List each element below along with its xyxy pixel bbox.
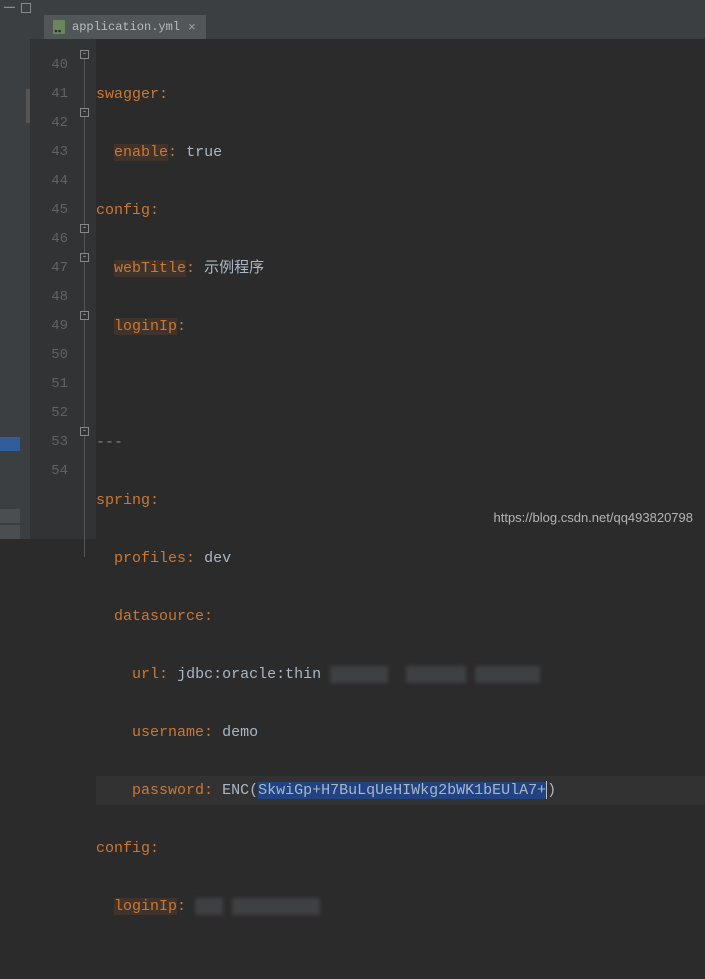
window-controls: — (0, 0, 705, 15)
tab-filename: application.yml (72, 20, 180, 34)
fold-icon[interactable]: - (80, 311, 89, 320)
editor-tabs: application.yml × (0, 15, 705, 39)
editor: 4041424344 4546474849 5051525354 - - - -… (0, 39, 705, 539)
fold-icon[interactable]: - (80, 50, 89, 59)
maximize-icon[interactable] (21, 3, 31, 13)
fold-icon[interactable]: - (80, 224, 89, 233)
code-content[interactable]: swagger: enable: true config: webTitle: … (96, 39, 705, 539)
current-line[interactable]: password: ENC(SkwiGp+H7BuLqUeHIWkg2bWK1b… (96, 776, 705, 805)
fold-gutter: - - - - - - (78, 39, 96, 539)
fold-icon[interactable]: - (80, 427, 89, 436)
tab-application-yml[interactable]: application.yml × (44, 15, 206, 39)
selected-text: SkwiGp+H7BuLqUeHIWkg2bWK1bEUlA7+ (258, 782, 546, 799)
fold-icon[interactable]: - (80, 253, 89, 262)
yaml-file-icon (52, 20, 66, 34)
line-numbers: 4041424344 4546474849 5051525354 (30, 39, 78, 539)
close-icon[interactable]: × (186, 20, 198, 35)
left-tool-strip (0, 39, 30, 539)
minimize-icon[interactable]: — (4, 3, 15, 13)
fold-icon[interactable]: - (80, 108, 89, 117)
watermark: https://blog.csdn.net/qq493820798 (494, 510, 694, 525)
